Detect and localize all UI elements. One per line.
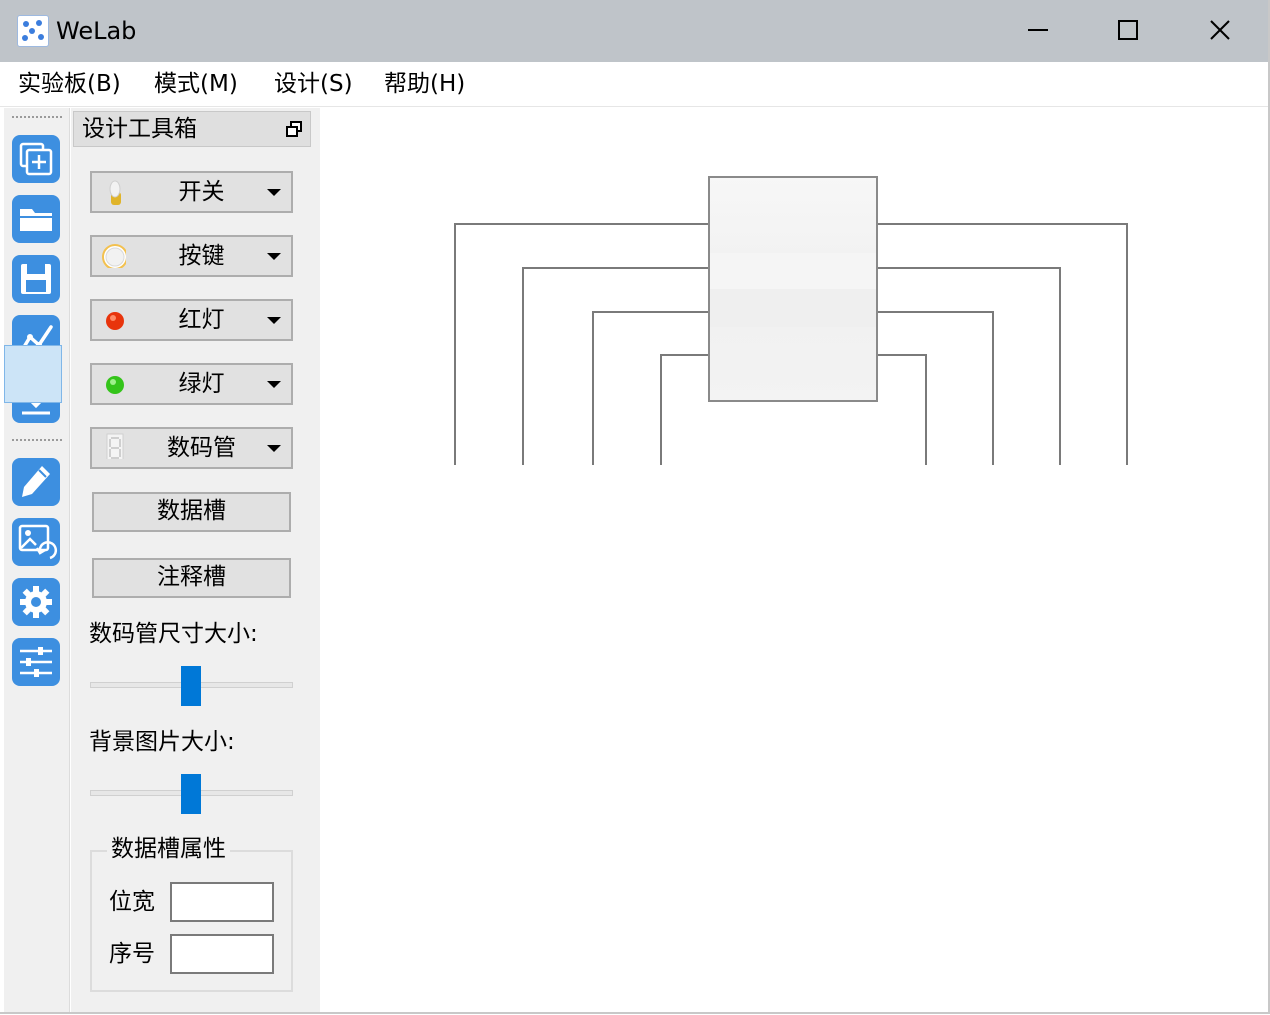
index-input[interactable]	[170, 934, 274, 974]
data-slot-properties-title: 数据槽属性	[107, 833, 230, 865]
switch-icon	[109, 180, 121, 205]
close-icon	[1210, 20, 1230, 40]
design-toolbox-panel: 设计工具箱 开关 按键 红灯 绿灯 数码管 数据槽 注释槽 数码管尺寸大小: 背…	[71, 108, 320, 1014]
toolbox-title: 设计工具箱	[82, 116, 197, 142]
save-icon	[21, 264, 51, 294]
open-button[interactable]	[12, 195, 60, 243]
green-led-combo[interactable]: 绿灯	[90, 363, 293, 405]
open-folder-icon	[20, 209, 52, 231]
data-slot-button[interactable]: 数据槽	[92, 492, 291, 532]
seven-segment-icon	[106, 433, 124, 459]
menu-help[interactable]: 帮助(H)	[380, 68, 469, 100]
index-label: 序号	[109, 941, 155, 967]
image-import-button[interactable]	[12, 518, 60, 566]
slider-thumb[interactable]	[181, 774, 201, 814]
chevron-down-icon	[267, 317, 281, 324]
design-mode-button[interactable]	[12, 458, 60, 506]
chevron-down-icon	[267, 381, 281, 388]
red-led-label: 红灯	[178, 307, 225, 333]
new-board-icon	[19, 142, 53, 176]
switch-label: 开关	[178, 179, 225, 205]
green-led-icon	[106, 376, 124, 394]
settings-button[interactable]	[12, 578, 60, 626]
minimize-icon	[1028, 29, 1048, 31]
window-title: WeLab	[56, 17, 137, 45]
sliders-icon	[20, 647, 52, 677]
toolbar-grip-2[interactable]	[12, 439, 62, 444]
segment-size-slider[interactable]	[90, 666, 293, 706]
menu-design[interactable]: 设计(S)	[270, 68, 357, 100]
background-size-slider[interactable]	[90, 774, 293, 814]
red-led-combo[interactable]: 红灯	[90, 299, 293, 341]
maximize-button[interactable]	[1098, 8, 1158, 54]
settings-gear-icon	[20, 586, 52, 618]
component-block-band	[710, 289, 876, 327]
comment-slot-button[interactable]: 注释槽	[92, 558, 291, 598]
button-label: 按键	[178, 243, 225, 269]
chevron-down-icon	[267, 445, 281, 452]
title-bar: WeLab	[0, 0, 1270, 62]
minimize-button[interactable]	[1008, 8, 1068, 54]
pencil-icon	[22, 466, 50, 497]
seven-segment-label: 数码管	[167, 435, 236, 461]
seven-segment-combo[interactable]: 数码管	[90, 427, 293, 469]
design-canvas[interactable]	[320, 108, 1267, 1011]
board-graphic	[454, 176, 1128, 465]
segment-size-label: 数码管尺寸大小:	[89, 621, 258, 647]
slider-thumb[interactable]	[181, 666, 201, 706]
menu-bar: 实验板(B) 模式(M) 设计(S) 帮助(H)	[0, 62, 1270, 107]
red-led-icon	[106, 312, 124, 330]
toolbox-header[interactable]: 设计工具箱	[73, 111, 311, 147]
welab-logo-icon	[17, 15, 49, 47]
background-size-label: 背景图片大小:	[89, 729, 235, 755]
adjust-button[interactable]	[12, 638, 60, 686]
bit-width-input[interactable]	[170, 882, 274, 922]
toolbar-grip[interactable]	[12, 116, 62, 121]
menu-mode[interactable]: 模式(M)	[150, 68, 242, 100]
switch-combo[interactable]: 开关	[90, 171, 293, 213]
float-panel-icon[interactable]	[286, 121, 302, 137]
image-import-icon	[18, 524, 57, 560]
green-led-label: 绿灯	[178, 371, 225, 397]
save-button[interactable]	[12, 255, 60, 303]
new-board-button[interactable]	[12, 135, 60, 183]
maximize-icon	[1118, 20, 1138, 40]
button-icon	[102, 244, 126, 268]
close-button[interactable]	[1190, 8, 1250, 54]
bit-width-label: 位宽	[109, 889, 155, 915]
button-combo[interactable]: 按键	[90, 235, 293, 277]
chevron-down-icon	[267, 253, 281, 260]
menu-board[interactable]: 实验板(B)	[14, 68, 125, 100]
active-tool-highlight	[4, 345, 62, 403]
chevron-down-icon	[267, 189, 281, 196]
component-block-band	[710, 253, 876, 289]
